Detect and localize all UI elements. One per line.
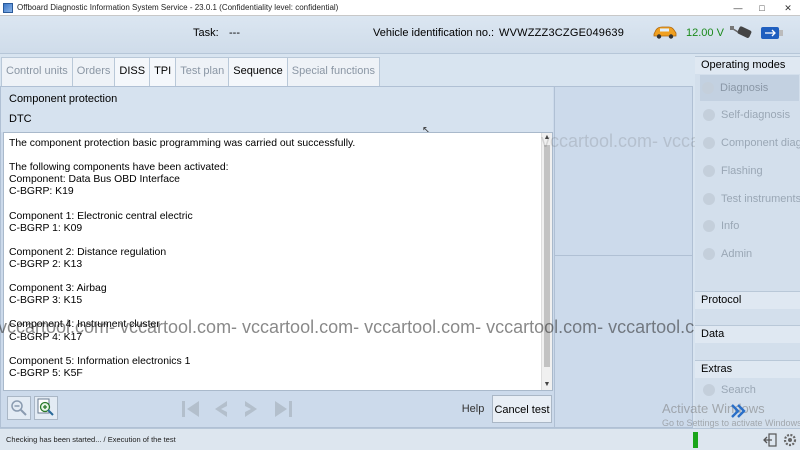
test-instruments-icon bbox=[703, 193, 715, 205]
status-indicator bbox=[693, 432, 698, 448]
diagnosis-icon bbox=[702, 82, 714, 94]
task-label: Task: bbox=[193, 27, 219, 39]
zoom-out-icon[interactable] bbox=[7, 396, 31, 420]
info-icon bbox=[703, 220, 715, 232]
admin-icon bbox=[703, 248, 715, 260]
tab-sequence[interactable]: Sequence bbox=[228, 57, 288, 86]
tab-test-plan[interactable]: Test plan bbox=[175, 57, 230, 86]
previous-icon[interactable] bbox=[209, 398, 233, 420]
component-diag-icon bbox=[703, 137, 715, 149]
panel-divider bbox=[555, 255, 693, 256]
sidebar-item-label: Admin bbox=[721, 248, 753, 260]
activate-windows-subtitle: Go to Settings to activate Windows. bbox=[662, 418, 800, 428]
sidebar-item-label: Test instruments bbox=[721, 193, 800, 205]
sidebar-item-label: Diagnosis bbox=[720, 82, 769, 94]
tab-tpi[interactable]: TPI bbox=[149, 57, 177, 86]
tab-orders[interactable]: Orders bbox=[71, 57, 116, 86]
status-text: Checking has been started... / Execution… bbox=[6, 435, 176, 444]
usb-icon[interactable] bbox=[761, 26, 783, 40]
sidebar-item-label: Component diag bbox=[721, 137, 800, 149]
sidebar-item-admin[interactable]: Admin bbox=[701, 241, 800, 267]
header-bar: Task: --- Vehicle identification no.: WV… bbox=[0, 16, 800, 54]
cancel-test-button[interactable]: Cancel test bbox=[492, 395, 552, 423]
vertical-scrollbar[interactable]: ▲ ▼ bbox=[541, 133, 552, 390]
scroll-down-icon[interactable]: ▼ bbox=[542, 380, 552, 390]
minimize-icon[interactable]: — bbox=[726, 0, 750, 16]
search-icon bbox=[703, 384, 715, 396]
help-button[interactable]: Help bbox=[456, 395, 490, 423]
double-chevron-icon[interactable] bbox=[731, 404, 747, 418]
sidebar-item-component-diag[interactable]: Component diag bbox=[701, 130, 800, 156]
maximize-icon[interactable]: □ bbox=[750, 0, 774, 16]
main-panel: Component protection DTC ↖ The component… bbox=[0, 86, 693, 428]
vin-label: Vehicle identification no.: bbox=[373, 27, 495, 39]
sidebar-item-label: Flashing bbox=[721, 165, 763, 177]
sidebar-item-flashing[interactable]: Flashing bbox=[701, 158, 800, 184]
activate-windows-title: Activate Windows bbox=[662, 401, 765, 416]
sidebar-item-test-instruments[interactable]: Test instruments bbox=[701, 186, 800, 212]
window-title-bar: Offboard Diagnostic Information System S… bbox=[0, 0, 800, 16]
sidebar-item-label: Self-diagnosis bbox=[721, 109, 791, 121]
battery-voltage: 12.00 V bbox=[686, 27, 724, 39]
right-sidebar: Operating modes Diagnosis Self-diagnosis… bbox=[695, 56, 800, 428]
data-header[interactable]: Data bbox=[695, 325, 800, 343]
sidebar-item-label: Search bbox=[721, 384, 756, 396]
window-title: Offboard Diagnostic Information System S… bbox=[17, 3, 339, 12]
tab-diss[interactable]: DISS bbox=[114, 57, 151, 86]
scroll-up-icon[interactable]: ▲ bbox=[542, 133, 552, 143]
sidebar-item-search[interactable]: Search bbox=[701, 379, 800, 401]
task-value: --- bbox=[229, 27, 240, 39]
gear-icon[interactable] bbox=[782, 432, 798, 448]
sidebar-item-info[interactable]: Info bbox=[701, 213, 800, 239]
app-icon bbox=[3, 2, 13, 13]
main-tabs: Control units Orders DISS TPI Test plan … bbox=[0, 56, 693, 86]
result-text-area[interactable]: The component protection basic programmi… bbox=[3, 132, 553, 391]
next-icon[interactable] bbox=[239, 398, 263, 420]
flashing-icon bbox=[703, 165, 715, 177]
result-text: The component protection basic programmi… bbox=[9, 138, 356, 379]
close-icon[interactable]: ✕ bbox=[776, 0, 800, 16]
vci-icon[interactable] bbox=[729, 24, 753, 42]
dtc-label: DTC bbox=[9, 113, 32, 125]
sidebar-item-diagnosis[interactable]: Diagnosis bbox=[700, 75, 799, 101]
tab-control-units[interactable]: Control units bbox=[1, 57, 73, 86]
extras-header[interactable]: Extras bbox=[695, 360, 800, 378]
sidebar-item-self-diagnosis[interactable]: Self-diagnosis bbox=[701, 102, 800, 128]
zoom-in-icon[interactable] bbox=[34, 396, 58, 420]
sidebar-item-label: Info bbox=[721, 220, 740, 232]
page-title: Component protection bbox=[9, 93, 118, 105]
vin-value: WVWZZZ3CZGE049639 bbox=[499, 27, 625, 39]
bottom-toolbar: Help Cancel test bbox=[1, 391, 553, 427]
operating-modes-header: Operating modes bbox=[695, 56, 800, 74]
car-icon[interactable] bbox=[652, 24, 678, 40]
exit-icon[interactable] bbox=[763, 433, 777, 447]
tab-special-functions[interactable]: Special functions bbox=[286, 57, 380, 86]
scroll-thumb[interactable] bbox=[544, 145, 550, 367]
self-diagnosis-icon bbox=[703, 109, 715, 121]
status-bar: Checking has been started... / Execution… bbox=[0, 428, 800, 450]
protocol-header[interactable]: Protocol bbox=[695, 291, 800, 309]
last-icon[interactable] bbox=[271, 398, 295, 420]
first-icon[interactable] bbox=[179, 398, 203, 420]
right-empty-panel bbox=[554, 87, 693, 427]
